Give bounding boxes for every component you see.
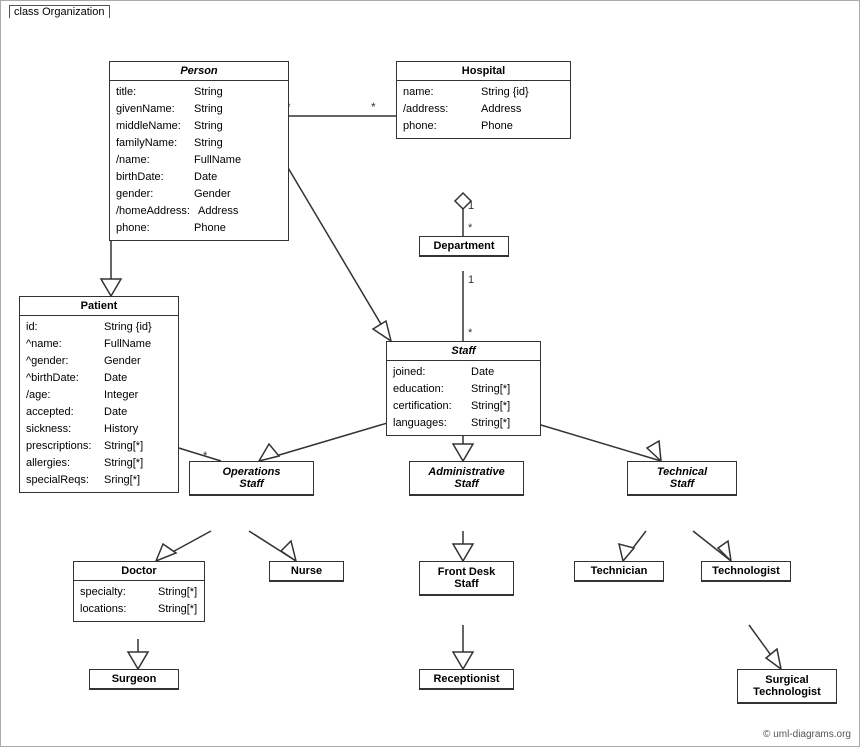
technologist-header: Technologist bbox=[702, 562, 790, 581]
svg-text:1: 1 bbox=[468, 200, 474, 212]
diagram-container: class Organization * * 1 * 1 * * * bbox=[0, 0, 860, 747]
surgical-technologist-class: SurgicalTechnologist bbox=[737, 669, 837, 704]
technologist-class: Technologist bbox=[701, 561, 791, 582]
staff-header: Staff bbox=[387, 342, 540, 361]
receptionist-header: Receptionist bbox=[420, 670, 513, 689]
staff-class: Staff joined:Date education:String[*] ce… bbox=[386, 341, 541, 436]
person-header: Person bbox=[110, 62, 288, 81]
staff-attrs: joined:Date education:String[*] certific… bbox=[387, 361, 540, 435]
front-desk-staff-class: Front DeskStaff bbox=[419, 561, 514, 596]
svg-text:*: * bbox=[468, 327, 473, 339]
department-class: Department bbox=[419, 236, 509, 257]
receptionist-class: Receptionist bbox=[419, 669, 514, 690]
surgeon-class: Surgeon bbox=[89, 669, 179, 690]
technical-staff-class: TechnicalStaff bbox=[627, 461, 737, 496]
copyright: © uml-diagrams.org bbox=[763, 729, 851, 740]
hospital-header: Hospital bbox=[397, 62, 570, 81]
technician-class: Technician bbox=[574, 561, 664, 582]
operations-staff-class: OperationsStaff bbox=[189, 461, 314, 496]
person-class: Person title:String givenName:String mid… bbox=[109, 61, 289, 241]
doctor-class: Doctor specialty:String[*] locations:Str… bbox=[73, 561, 205, 622]
person-attrs: title:String givenName:String middleName… bbox=[110, 81, 288, 240]
department-header: Department bbox=[420, 237, 508, 256]
patient-class: Patient id:String {id} ^name:FullName ^g… bbox=[19, 296, 179, 493]
hospital-class: Hospital name:String {id} /address:Addre… bbox=[396, 61, 571, 139]
svg-text:*: * bbox=[371, 100, 376, 114]
doctor-attrs: specialty:String[*] locations:String[*] bbox=[74, 581, 204, 621]
svg-text:*: * bbox=[468, 222, 473, 234]
doctor-header: Doctor bbox=[74, 562, 204, 581]
administrative-staff-class: AdministrativeStaff bbox=[409, 461, 524, 496]
front-desk-staff-header: Front DeskStaff bbox=[420, 562, 513, 595]
hospital-attrs: name:String {id} /address:Address phone:… bbox=[397, 81, 570, 138]
surgeon-header: Surgeon bbox=[90, 670, 178, 689]
diagram-title: class Organization bbox=[9, 5, 110, 18]
surgical-technologist-header: SurgicalTechnologist bbox=[738, 670, 836, 703]
patient-header: Patient bbox=[20, 297, 178, 316]
technician-header: Technician bbox=[575, 562, 663, 581]
patient-attrs: id:String {id} ^name:FullName ^gender:Ge… bbox=[20, 316, 178, 492]
nurse-header: Nurse bbox=[270, 562, 343, 581]
operations-staff-header: OperationsStaff bbox=[190, 462, 313, 495]
svg-text:1: 1 bbox=[468, 274, 474, 286]
technical-staff-header: TechnicalStaff bbox=[628, 462, 736, 495]
administrative-staff-header: AdministrativeStaff bbox=[410, 462, 523, 495]
nurse-class: Nurse bbox=[269, 561, 344, 582]
